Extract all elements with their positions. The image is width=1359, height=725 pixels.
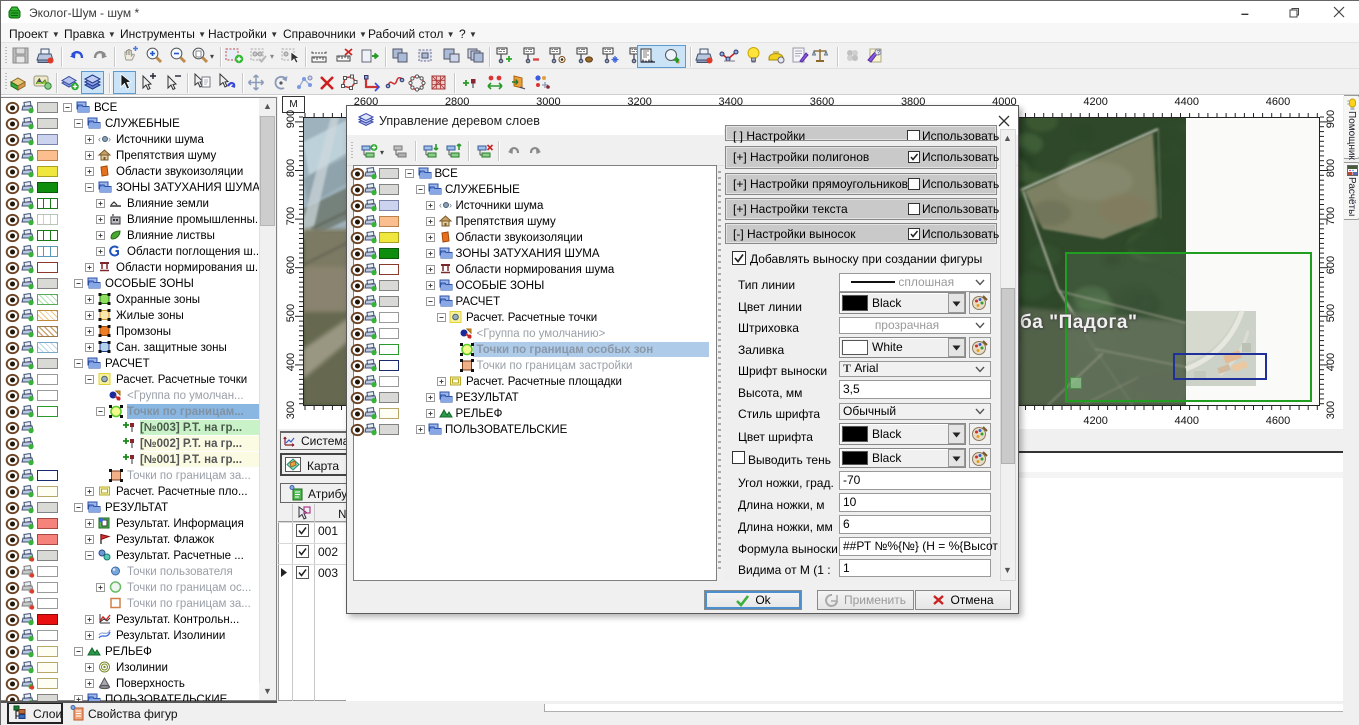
svg-text:‹: ‹ xyxy=(439,200,442,210)
svg-text:›: › xyxy=(449,200,452,210)
